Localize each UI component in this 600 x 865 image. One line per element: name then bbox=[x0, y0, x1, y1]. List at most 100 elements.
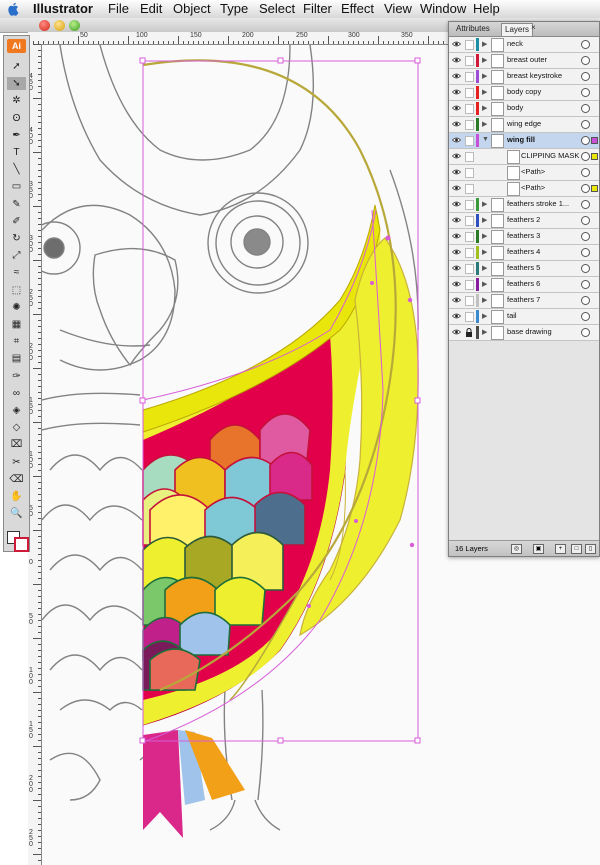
layer-row[interactable]: ▶ feathers 5 bbox=[449, 261, 599, 277]
expand-triangle-icon[interactable]: ▶ bbox=[482, 104, 487, 112]
layer-row[interactable]: ▶ breast outer bbox=[449, 53, 599, 69]
visibility-eye-icon[interactable] bbox=[452, 88, 461, 96]
gradient-tool[interactable]: ▤ bbox=[7, 352, 26, 365]
lock-toggle[interactable] bbox=[465, 104, 474, 114]
magic-wand-tool[interactable]: ✲ bbox=[7, 94, 26, 107]
expand-triangle-icon[interactable]: ▶ bbox=[482, 264, 487, 272]
eraser-tool[interactable]: ⌫ bbox=[7, 473, 26, 486]
minimize-window-button[interactable] bbox=[54, 20, 65, 31]
visibility-eye-icon[interactable] bbox=[452, 136, 461, 144]
layer-row[interactable]: ▶ wing edge bbox=[449, 117, 599, 133]
visibility-eye-icon[interactable] bbox=[452, 104, 461, 112]
lock-toggle[interactable] bbox=[465, 280, 474, 290]
live-paint-tool[interactable]: ◈ bbox=[7, 404, 26, 417]
menu-help[interactable]: Help bbox=[473, 1, 500, 16]
visibility-eye-icon[interactable] bbox=[452, 56, 461, 64]
target-circle-icon[interactable] bbox=[581, 312, 590, 321]
target-circle-icon[interactable] bbox=[581, 104, 590, 113]
expand-triangle-icon[interactable]: ▶ bbox=[482, 296, 487, 304]
visibility-eye-icon[interactable] bbox=[452, 168, 461, 176]
blend-tool[interactable]: ∞ bbox=[7, 387, 26, 400]
locate-object-button[interactable]: ◎ bbox=[511, 544, 522, 554]
expand-triangle-icon[interactable]: ▶ bbox=[482, 312, 487, 320]
lock-toggle[interactable] bbox=[465, 312, 474, 322]
visibility-eye-icon[interactable] bbox=[452, 216, 461, 224]
visibility-eye-icon[interactable] bbox=[452, 296, 461, 304]
layer-row[interactable]: ▼ wing fill bbox=[449, 133, 599, 149]
expand-triangle-icon[interactable]: ▶ bbox=[482, 56, 487, 64]
target-circle-icon[interactable] bbox=[581, 280, 590, 289]
target-circle-icon[interactable] bbox=[581, 248, 590, 257]
sublayer-row[interactable]: <Path> bbox=[449, 181, 599, 197]
target-circle-icon[interactable] bbox=[581, 120, 590, 129]
lock-toggle[interactable] bbox=[465, 88, 474, 98]
visibility-eye-icon[interactable] bbox=[452, 200, 461, 208]
make-clipping-mask-button[interactable]: ▣ bbox=[533, 544, 544, 554]
new-sublayer-button[interactable]: + bbox=[555, 544, 566, 554]
type-tool[interactable]: T bbox=[7, 146, 26, 159]
target-circle-icon[interactable] bbox=[581, 328, 590, 337]
warp-tool[interactable]: ≈ bbox=[7, 266, 26, 279]
new-layer-button[interactable]: □ bbox=[571, 544, 582, 554]
expand-triangle-icon[interactable]: ▶ bbox=[482, 88, 487, 96]
tab-attributes[interactable]: Attributes bbox=[453, 23, 493, 35]
target-circle-icon[interactable] bbox=[581, 40, 590, 49]
free-transform-tool[interactable]: ⬚ bbox=[7, 284, 26, 297]
menu-object[interactable]: Object bbox=[173, 1, 211, 16]
expand-triangle-icon[interactable]: ▶ bbox=[482, 72, 487, 80]
lock-toggle[interactable] bbox=[465, 264, 474, 274]
lasso-tool[interactable]: ʘ bbox=[7, 112, 26, 125]
visibility-eye-icon[interactable] bbox=[452, 72, 461, 80]
lock-toggle[interactable] bbox=[465, 296, 474, 306]
visibility-eye-icon[interactable] bbox=[452, 328, 461, 336]
close-window-button[interactable] bbox=[39, 20, 50, 31]
expand-triangle-icon[interactable]: ▶ bbox=[482, 248, 487, 256]
lock-toggle[interactable] bbox=[465, 248, 474, 258]
layer-row[interactable]: ▶ feathers 4 bbox=[449, 245, 599, 261]
expand-triangle-icon[interactable]: ▶ bbox=[482, 280, 487, 288]
lock-icon[interactable] bbox=[465, 328, 472, 337]
visibility-eye-icon[interactable] bbox=[452, 232, 461, 240]
line-tool[interactable]: ╲ bbox=[7, 163, 26, 176]
lock-toggle[interactable] bbox=[465, 152, 474, 162]
pen-tool[interactable]: ✒ bbox=[7, 129, 26, 142]
target-circle-icon[interactable] bbox=[581, 56, 590, 65]
live-paint-selection-tool[interactable]: ◇ bbox=[7, 421, 26, 434]
menu-app-name[interactable]: Illustrator bbox=[33, 1, 93, 16]
tab-layers[interactable]: Layers bbox=[501, 23, 534, 36]
visibility-eye-icon[interactable] bbox=[452, 184, 461, 192]
visibility-eye-icon[interactable] bbox=[452, 120, 461, 128]
menu-effect[interactable]: Effect bbox=[341, 1, 374, 16]
rectangle-tool[interactable]: ▭ bbox=[7, 180, 26, 193]
rotate-tool[interactable]: ↻ bbox=[7, 232, 26, 245]
target-circle-icon[interactable] bbox=[581, 136, 590, 145]
layer-row[interactable]: ▶ breast keystroke bbox=[449, 69, 599, 85]
pencil-tool[interactable]: ✐ bbox=[7, 215, 26, 228]
scale-tool[interactable]: ⤢ bbox=[7, 249, 26, 262]
lock-toggle[interactable] bbox=[465, 56, 474, 66]
stroke-swatch[interactable] bbox=[14, 537, 29, 552]
target-circle-icon[interactable] bbox=[581, 152, 590, 161]
lock-toggle[interactable] bbox=[465, 232, 474, 242]
mesh-tool[interactable]: ⌗ bbox=[7, 335, 26, 348]
layer-row[interactable]: ▶ feathers 7 bbox=[449, 293, 599, 309]
visibility-eye-icon[interactable] bbox=[452, 280, 461, 288]
zoom-tool[interactable]: 🔍 bbox=[7, 507, 26, 520]
layer-row[interactable]: ▶ base drawing bbox=[449, 325, 599, 341]
layer-row[interactable]: ▶ body bbox=[449, 101, 599, 117]
expand-triangle-icon[interactable]: ▶ bbox=[482, 120, 487, 128]
layer-row[interactable]: ▶ feathers 3 bbox=[449, 229, 599, 245]
target-circle-icon[interactable] bbox=[581, 88, 590, 97]
symbol-sprayer-tool[interactable]: ✺ bbox=[7, 301, 26, 314]
expand-triangle-icon[interactable]: ▶ bbox=[482, 216, 487, 224]
hand-tool[interactable]: ✋ bbox=[7, 490, 26, 503]
menu-edit[interactable]: Edit bbox=[140, 1, 162, 16]
delete-layer-button[interactable]: ▯ bbox=[585, 544, 596, 554]
target-circle-icon[interactable] bbox=[581, 296, 590, 305]
layer-row[interactable]: ▶ body copy bbox=[449, 85, 599, 101]
target-circle-icon[interactable] bbox=[581, 216, 590, 225]
target-circle-icon[interactable] bbox=[581, 200, 590, 209]
lock-toggle[interactable] bbox=[465, 136, 474, 146]
selection-indicator[interactable] bbox=[591, 185, 598, 192]
lock-toggle[interactable] bbox=[465, 40, 474, 50]
